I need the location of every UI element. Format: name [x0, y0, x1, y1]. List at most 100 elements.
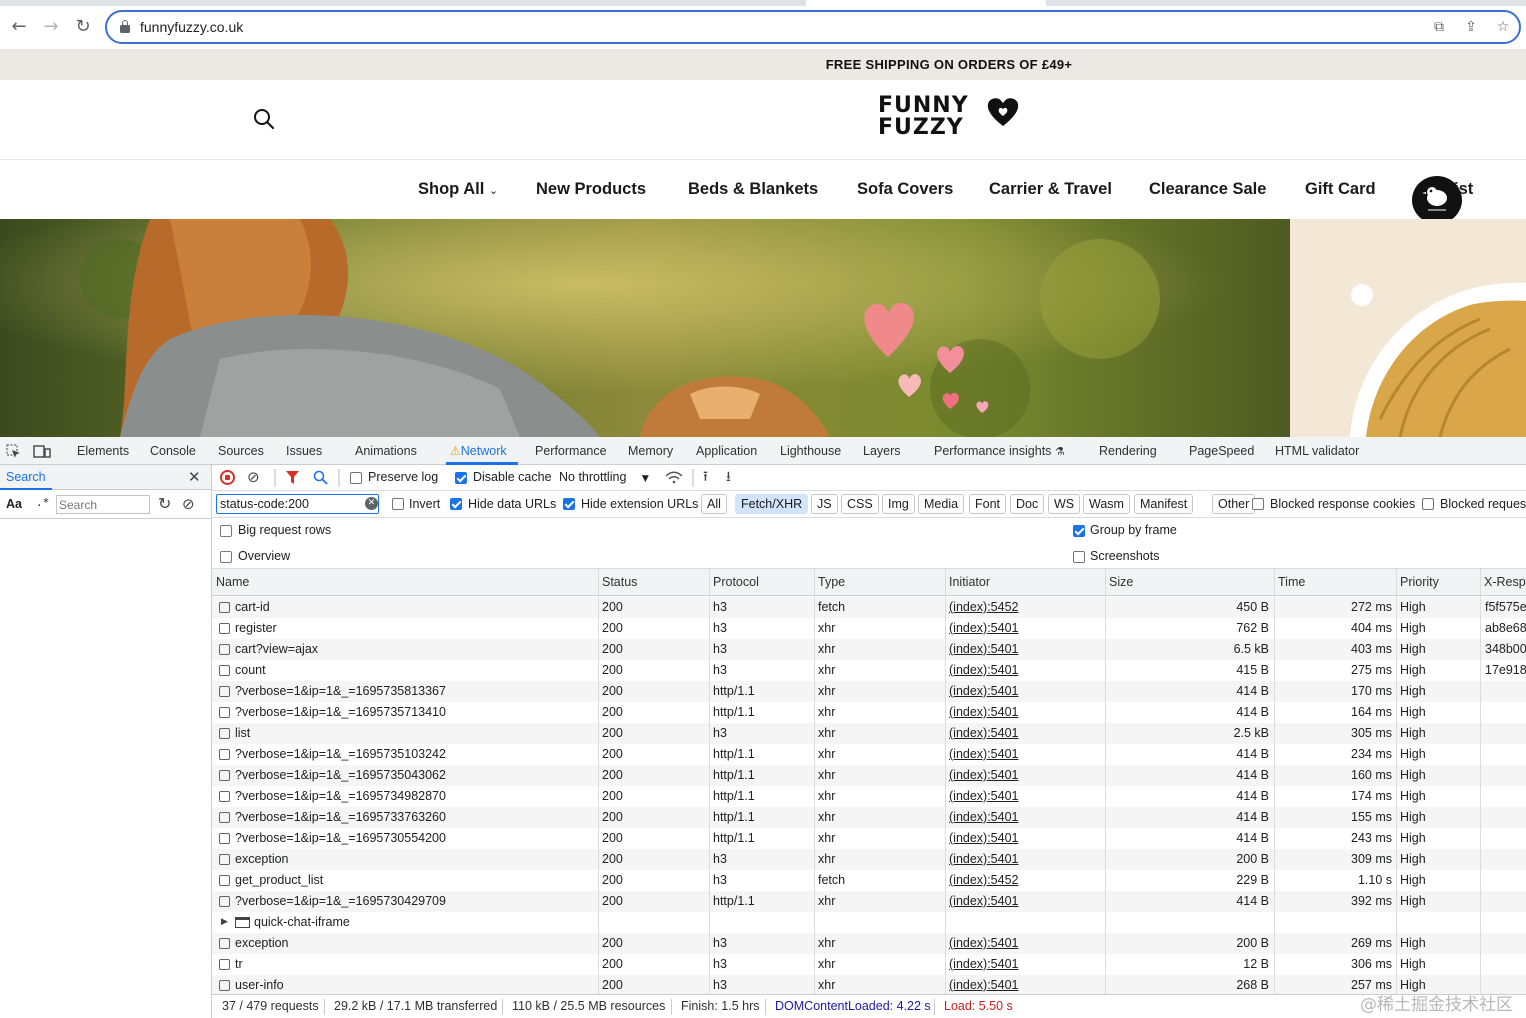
- cell-initiator[interactable]: (index):5401: [949, 639, 1099, 660]
- table-row[interactable]: ?verbose=1&ip=1&_=1695735713410 200 http/1…: [212, 702, 1526, 723]
- column-size[interactable]: Size: [1105, 569, 1274, 596]
- overview-checkbox[interactable]: [220, 551, 232, 563]
- record-icon[interactable]: [220, 470, 235, 485]
- column-initiator[interactable]: Initiator: [945, 569, 1105, 596]
- cell-initiator[interactable]: (index):5401: [949, 765, 1099, 786]
- cell-initiator[interactable]: (index):5401: [949, 828, 1099, 849]
- cell-initiator[interactable]: (index):5401: [949, 723, 1099, 744]
- tab-issues[interactable]: Issues: [286, 444, 322, 458]
- column-priority[interactable]: Priority: [1396, 569, 1480, 596]
- type-filter-ws[interactable]: WS: [1048, 494, 1081, 514]
- cell-initiator[interactable]: (index):5452: [949, 597, 1099, 618]
- table-row[interactable]: ?verbose=1&ip=1&_=1695730554200 200 http/1…: [212, 828, 1526, 849]
- column-name[interactable]: Name: [212, 569, 598, 596]
- tab-memory[interactable]: Memory: [628, 444, 673, 458]
- nav-beds-blankets[interactable]: Beds & Blankets: [688, 180, 818, 199]
- type-filter-wasm[interactable]: Wasm: [1083, 494, 1130, 514]
- blocked-response-cookies-checkbox[interactable]: [1252, 498, 1264, 510]
- nav-sofa-covers[interactable]: Sofa Covers: [857, 180, 953, 199]
- big-request-rows-checkbox[interactable]: [220, 525, 232, 537]
- clear-log-icon[interactable]: ⊘: [247, 469, 260, 485]
- table-row[interactable]: count 200 h3 xhr (index):5401 415 B 275 ms High…: [212, 660, 1526, 681]
- table-row[interactable]: ?verbose=1&ip=1&_=1695735103242 200 http/1…: [212, 744, 1526, 765]
- hide-data-urls-checkbox[interactable]: [450, 498, 462, 510]
- throttling-select[interactable]: No throttling ▼: [559, 470, 649, 484]
- hide-extension-urls-checkbox[interactable]: [563, 498, 575, 510]
- forward-icon[interactable]: →: [40, 16, 62, 38]
- tab-console[interactable]: Console: [150, 444, 196, 458]
- table-row[interactable]: ?verbose=1&ip=1&_=1695730429709 200 http/1…: [212, 891, 1526, 912]
- regex-toggle[interactable]: .*: [36, 496, 49, 509]
- refresh-icon[interactable]: ↻: [158, 496, 171, 512]
- cell-initiator[interactable]: (index):5401: [949, 681, 1099, 702]
- tab-elements[interactable]: Elements: [77, 444, 129, 458]
- clear-icon[interactable]: ⊘: [182, 496, 195, 512]
- hero-banner[interactable]: [0, 219, 1526, 437]
- tab-search[interactable]: Search: [0, 465, 52, 490]
- table-row[interactable]: ?verbose=1&ip=1&_=1695734982870 200 http/1…: [212, 786, 1526, 807]
- type-filter-manifest[interactable]: Manifest: [1134, 494, 1194, 514]
- table-row[interactable]: exception 200 h3 xhr (index):5401 200 B 309 ms…: [212, 849, 1526, 870]
- screenshots-checkbox[interactable]: [1073, 551, 1085, 563]
- filter-input[interactable]: [216, 494, 379, 514]
- preserve-log-checkbox[interactable]: [350, 472, 362, 484]
- type-filter-fetch-xhr[interactable]: Fetch/XHR: [735, 494, 809, 514]
- tab-performance-insights[interactable]: Performance insights ⚗: [934, 444, 1065, 458]
- type-filter-css[interactable]: CSS: [841, 494, 879, 514]
- network-conditions-icon[interactable]: [665, 470, 683, 485]
- match-case-toggle[interactable]: Aa: [6, 497, 22, 511]
- table-row[interactable]: ?verbose=1&ip=1&_=1695735813367 200 http/1…: [212, 681, 1526, 702]
- search-icon[interactable]: [313, 470, 328, 485]
- nav-new-products[interactable]: New Products: [536, 180, 646, 199]
- tab-rendering[interactable]: Rendering: [1099, 444, 1157, 458]
- cell-initiator[interactable]: (index):5401: [949, 786, 1099, 807]
- type-filter-img[interactable]: Img: [882, 494, 915, 514]
- column-protocol[interactable]: Protocol: [709, 569, 814, 596]
- table-row[interactable]: get_product_list 200 h3 fetch (index):5452 22…: [212, 870, 1526, 891]
- device-toolbar-icon[interactable]: [33, 444, 51, 459]
- site-logo[interactable]: FUNNY FUZZY: [878, 94, 1028, 142]
- table-row[interactable]: ?verbose=1&ip=1&_=1695733763260 200 http/1…: [212, 807, 1526, 828]
- table-row[interactable]: register 200 h3 xhr (index):5401 762 B 404 ms H…: [212, 618, 1526, 639]
- cell-initiator[interactable]: (index):5401: [949, 807, 1099, 828]
- cell-initiator[interactable]: (index):5401: [949, 975, 1099, 994]
- tab-animations[interactable]: Animations: [355, 444, 417, 458]
- type-filter-doc[interactable]: Doc: [1010, 494, 1045, 514]
- search-input[interactable]: [56, 495, 150, 514]
- table-row[interactable]: ?verbose=1&ip=1&_=1695735043062 200 http/1…: [212, 765, 1526, 786]
- bookmark-star-icon[interactable]: ☆: [1494, 18, 1512, 36]
- blocked-requests-checkbox[interactable]: [1422, 498, 1434, 510]
- back-icon[interactable]: ←: [8, 16, 30, 38]
- cell-initiator[interactable]: (index):5401: [949, 744, 1099, 765]
- lock-icon[interactable]: [120, 20, 130, 33]
- nav-gift-card[interactable]: Gift Card: [1305, 180, 1376, 199]
- cell-initiator[interactable]: (index):5401: [949, 954, 1099, 975]
- tab-application[interactable]: Application: [696, 444, 757, 458]
- tab-pagespeed[interactable]: PageSpeed: [1189, 444, 1254, 458]
- translate-icon[interactable]: ⧉: [1430, 18, 1448, 36]
- close-icon[interactable]: ✕: [188, 468, 201, 486]
- import-har-icon[interactable]: ⭱: [703, 469, 708, 485]
- url-text[interactable]: funnyfuzzy.co.uk: [140, 19, 243, 35]
- type-filter-js[interactable]: JS: [811, 494, 838, 514]
- reload-icon[interactable]: ↻: [72, 16, 94, 38]
- filter-icon[interactable]: [286, 471, 299, 485]
- cell-initiator[interactable]: (index):5401: [949, 849, 1099, 870]
- tab-performance[interactable]: Performance: [535, 444, 607, 458]
- type-filter-font[interactable]: Font: [969, 494, 1007, 514]
- column-type[interactable]: Type: [814, 569, 945, 596]
- column-x-response[interactable]: X-Resp: [1480, 569, 1526, 596]
- nav-shop-all[interactable]: Shop All ⌄: [418, 180, 498, 199]
- cell-initiator[interactable]: (index):5401: [949, 660, 1099, 681]
- table-row[interactable]: cart-id 200 h3 fetch (index):5452 450 B 272 ms…: [212, 597, 1526, 618]
- group-by-frame-checkbox[interactable]: [1073, 525, 1085, 537]
- address-bar[interactable]: funnyfuzzy.co.uk ⧉ ⇪ ☆: [105, 10, 1521, 44]
- tab-sources[interactable]: Sources: [218, 444, 264, 458]
- cell-initiator[interactable]: (index):5401: [949, 618, 1099, 639]
- type-filter-media[interactable]: Media: [918, 494, 965, 514]
- tab-html-validator[interactable]: HTML validator: [1275, 444, 1359, 458]
- table-row[interactable]: cart?view=ajax 200 h3 xhr (index):5401 6.5 kB…: [212, 639, 1526, 660]
- type-filter-other[interactable]: Other: [1212, 494, 1256, 514]
- cell-initiator[interactable]: (index):5452: [949, 870, 1099, 891]
- clear-filter-icon[interactable]: ✕: [365, 497, 378, 510]
